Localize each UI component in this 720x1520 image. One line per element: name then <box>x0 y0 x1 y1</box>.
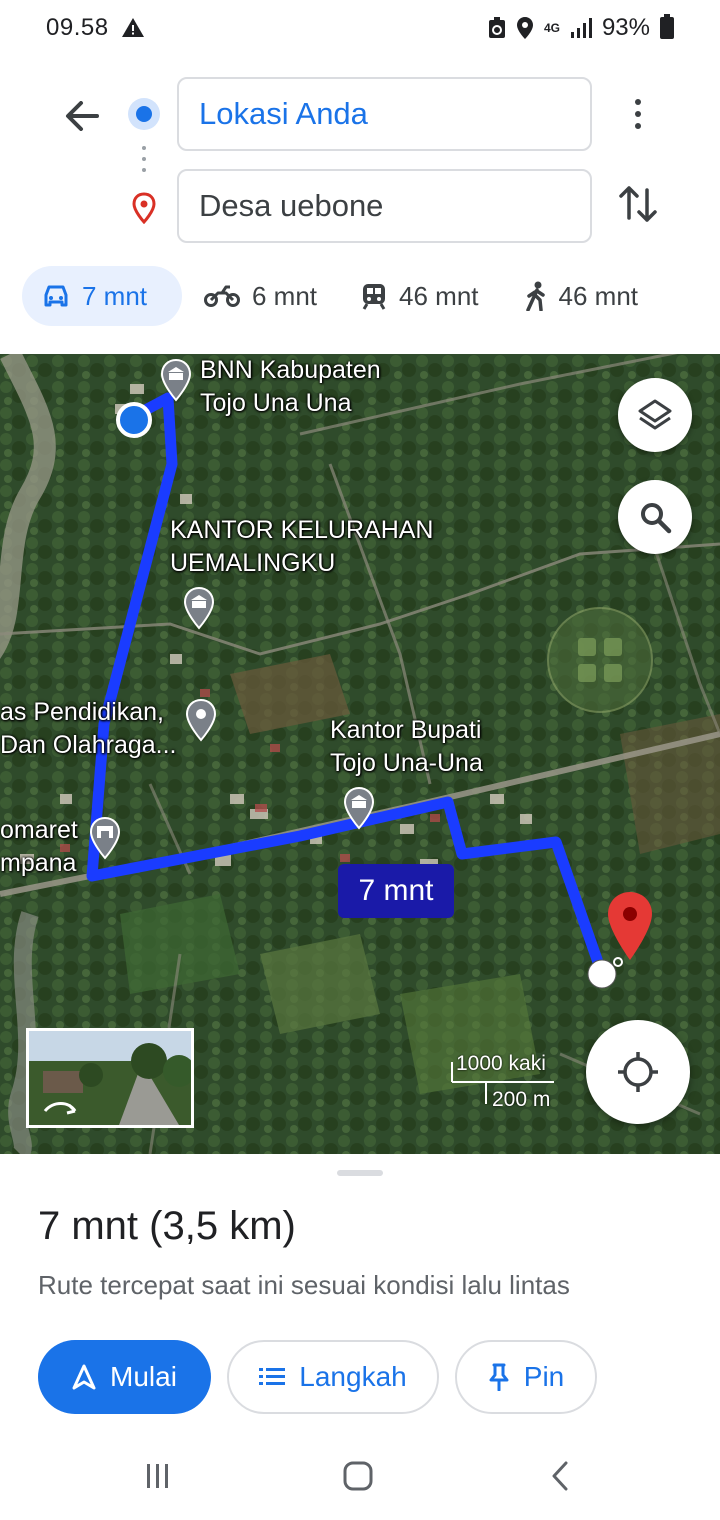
destination-field[interactable]: Desa uebone <box>177 169 592 243</box>
tab-walk-label: 46 mnt <box>558 280 639 311</box>
route-actions: Mulai Langkah Pin <box>38 1340 597 1414</box>
street-view-thumbnail[interactable] <box>26 1028 194 1128</box>
map-view[interactable]: BNN Kabupaten Tojo Una Una KANTOR KELURA… <box>0 354 720 1154</box>
route-summary-sheet: 7 mnt (3,5 km) Rute tercepat saat ini se… <box>0 1154 720 1434</box>
recent-apps-icon <box>147 1464 168 1488</box>
route-dots <box>142 146 146 172</box>
sheet-drag-handle[interactable] <box>337 1170 383 1176</box>
map-scale: 1000 kaki 200 m <box>448 1052 558 1116</box>
map-label-bupati-text: Kantor Bupati Tojo Una-Una <box>330 716 483 777</box>
signal-icon <box>570 18 592 38</box>
map-label-kelurahan[interactable]: KANTOR KELURAHAN UEMALINGKU <box>170 514 434 580</box>
map-label-bnn[interactable]: BNN Kabupaten Tojo Una Una <box>200 354 381 420</box>
train-icon <box>362 284 386 310</box>
network-type: 4G <box>543 20 560 35</box>
steps-button-label: Langkah <box>299 1361 407 1392</box>
scale-metric: 200 m <box>492 1088 551 1111</box>
route-duration-chip[interactable]: 7 mnt <box>338 864 454 918</box>
chevron-left-icon <box>552 1461 568 1491</box>
destination-marker-icon[interactable] <box>604 890 656 962</box>
motorcycle-icon <box>204 285 240 307</box>
destination-pin-icon <box>132 192 156 224</box>
tab-motorcycle-label: 6 mnt <box>252 280 318 311</box>
tab-walk[interactable]: 46 mnt <box>525 266 639 326</box>
map-label-bnn-text: BNN Kabupaten Tojo Una Una <box>200 356 381 417</box>
start-button[interactable]: Mulai <box>38 1340 211 1414</box>
car-icon <box>44 285 68 307</box>
walking-icon <box>525 281 545 311</box>
tab-drive[interactable]: 7 mnt <box>22 266 182 326</box>
government-building-pin-icon[interactable] <box>159 358 193 402</box>
system-navigation-bar <box>0 1434 720 1520</box>
map-label-pendidikan-text: as Pendidikan, Dan Olahraga... <box>0 698 177 759</box>
scale-imperial: 1000 kaki <box>456 1052 546 1075</box>
tab-transit-label: 46 mnt <box>399 280 479 311</box>
list-icon <box>259 1368 286 1385</box>
map-label-pendidikan[interactable]: as Pendidikan, Dan Olahraga... <box>0 696 177 762</box>
government-building-pin-icon[interactable] <box>182 586 216 630</box>
my-location-button[interactable] <box>586 1020 690 1124</box>
store-pin-icon[interactable] <box>88 816 122 860</box>
government-building-pin-icon[interactable] <box>342 786 376 830</box>
directions-header: Lokasi Anda Desa uebone 7 mnt 6 mnt 46 m… <box>0 56 720 352</box>
place-pin-icon[interactable] <box>184 698 218 742</box>
navigation-arrow-icon <box>72 1364 96 1390</box>
home-button[interactable] <box>334 1456 382 1496</box>
steps-button[interactable]: Langkah <box>227 1340 439 1414</box>
start-button-label: Mulai <box>110 1361 177 1392</box>
pushpin-icon <box>489 1363 509 1391</box>
layers-button[interactable] <box>618 378 692 452</box>
route-summary-title: 7 mnt (3,5 km) <box>38 1204 296 1248</box>
status-bar: 09.58 4G 93% <box>0 0 720 56</box>
pin-button-label: Pin <box>523 1361 565 1392</box>
tab-motorcycle[interactable]: 6 mnt <box>204 266 317 326</box>
origin-field[interactable]: Lokasi Anda <box>177 77 592 151</box>
crosshair-icon <box>618 1052 658 1092</box>
route-summary-subtitle: Rute tercepat saat ini sesuai kondisi la… <box>38 1270 570 1300</box>
battery-icon <box>660 14 674 39</box>
back-button[interactable] <box>58 92 106 140</box>
map-label-indomaret[interactable]: omaret mpana <box>0 814 78 880</box>
pin-button[interactable]: Pin <box>455 1340 597 1414</box>
clock: 09.58 <box>46 14 109 41</box>
map-label-bupati[interactable]: Kantor Bupati Tojo Una-Una <box>330 714 483 780</box>
travel-mode-tabs: 7 mnt 6 mnt 46 mnt 46 mnt <box>22 266 638 326</box>
search-along-route-button[interactable] <box>618 480 692 554</box>
search-icon <box>641 503 672 534</box>
location-icon <box>516 17 533 39</box>
home-icon <box>343 1461 373 1491</box>
swap-icon[interactable] <box>615 180 661 228</box>
street-view-image <box>29 1031 191 1125</box>
back-nav-button[interactable] <box>536 1456 584 1496</box>
battery-percent: 93% <box>601 14 650 41</box>
origin-dot-icon <box>128 98 160 130</box>
recycle-icon <box>488 17 505 38</box>
tab-drive-label: 7 mnt <box>82 280 148 311</box>
warning-icon <box>121 18 144 37</box>
tab-transit[interactable]: 46 mnt <box>361 266 479 326</box>
map-label-indomaret-text: omaret mpana <box>0 816 78 877</box>
layers-icon <box>638 399 672 430</box>
recent-apps-button[interactable] <box>134 1456 182 1496</box>
more-options-button[interactable] <box>620 90 656 138</box>
arrow-back-icon <box>66 101 99 131</box>
map-label-kelurahan-text: KANTOR KELURAHAN UEMALINGKU <box>170 516 434 577</box>
